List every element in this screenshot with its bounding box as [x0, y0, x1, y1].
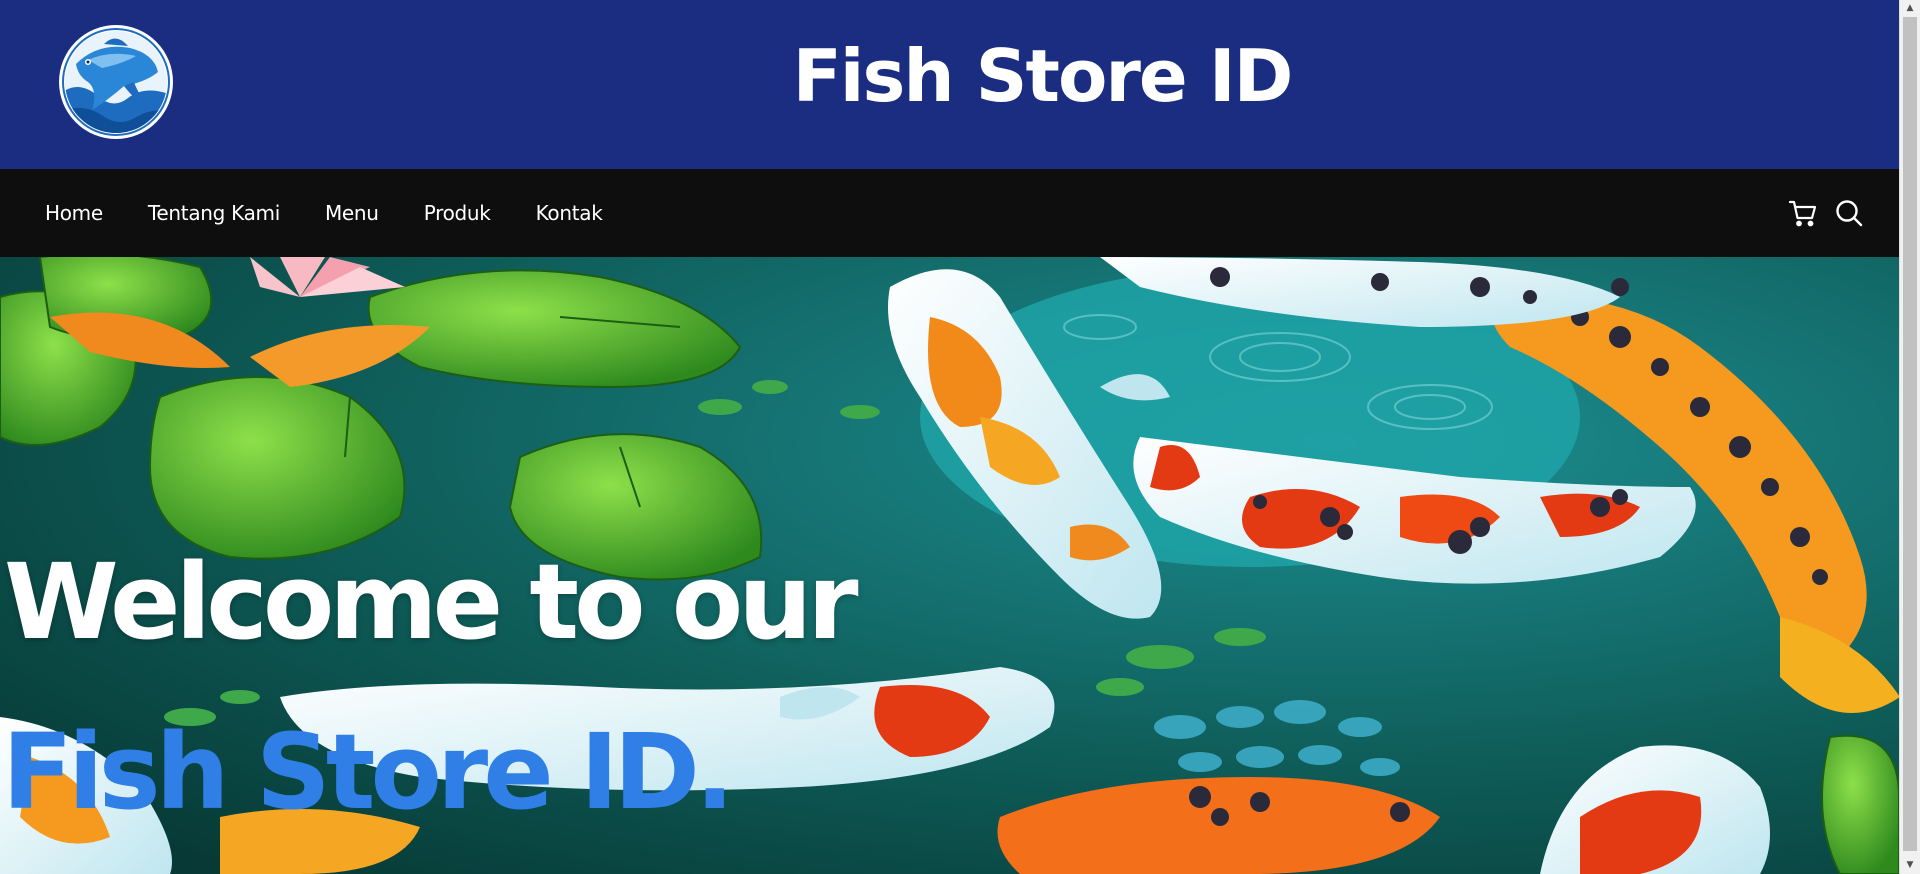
nav-link-kontak[interactable]: Kontak — [536, 201, 603, 225]
hero-heading-line2: Fish Store ID. — [2, 711, 734, 833]
nav-links: Home Tentang Kami Menu Produk Kontak — [45, 169, 603, 257]
nav-link-tentang-kami[interactable]: Tentang Kami — [148, 201, 280, 225]
nav-link-menu[interactable]: Menu — [325, 201, 379, 225]
page-scrollbar[interactable]: ▲ ▼ — [1899, 0, 1920, 874]
hero-heading-line1: Welcome to our — [4, 541, 859, 663]
main-nav: Home Tentang Kami Menu Produk Kontak — [0, 169, 1899, 257]
scroll-thumb[interactable] — [1903, 17, 1917, 851]
site-header: Fish Store ID — [0, 0, 1899, 169]
page: Fish Store ID Home Tentang Kami Menu Pro… — [0, 0, 1920, 874]
nav-icons — [1788, 169, 1864, 257]
scroll-down-arrow-icon[interactable]: ▼ — [1900, 857, 1920, 874]
site-title: Fish Store ID — [792, 34, 1294, 118]
cart-icon[interactable] — [1788, 198, 1818, 228]
scroll-up-arrow-icon[interactable]: ▲ — [1900, 0, 1920, 17]
search-icon[interactable] — [1834, 198, 1864, 228]
hero-section: Welcome to our Fish Store ID. — [0, 257, 1899, 874]
nav-link-home[interactable]: Home — [45, 201, 103, 225]
nav-link-produk[interactable]: Produk — [424, 201, 491, 225]
